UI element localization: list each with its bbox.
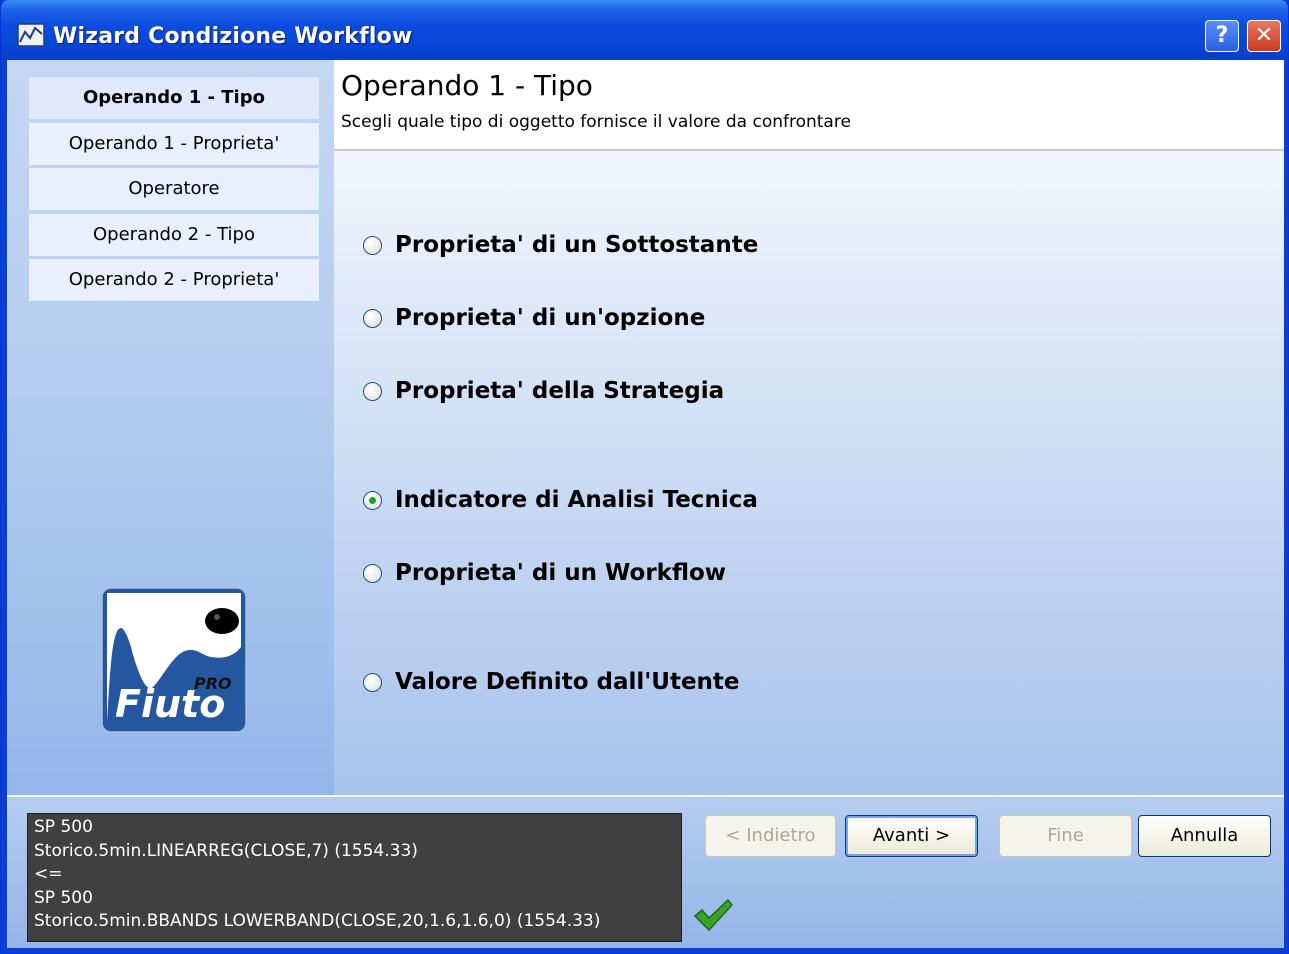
option-label: Indicatore di Analisi Tecnica (395, 487, 758, 513)
radio-icon[interactable] (363, 673, 382, 692)
step-operando-1-tipo[interactable]: Operando 1 - Tipo (29, 77, 319, 119)
radio-icon[interactable] (363, 309, 382, 328)
close-button[interactable]: ✕ (1247, 20, 1281, 52)
radio-selected-icon[interactable] (363, 491, 382, 510)
title-bar[interactable]: Wizard Condizione Workflow ? ✕ (1, 0, 1288, 60)
app-icon (17, 23, 45, 47)
steps-panel: Operando 1 - Tipo Operando 1 - Proprieta… (7, 60, 334, 795)
summary-line: SP 500 (34, 887, 93, 908)
bottom-bar: SP 500 Storico.5min.LINEARREG(CLOSE,7) (… (7, 795, 1284, 948)
page-header: Operando 1 - Tipo Scegli quale tipo di o… (334, 60, 1284, 151)
valid-check-icon (693, 898, 733, 932)
client-area: Operando 1 - Tipo Operando 1 - Proprieta… (7, 60, 1284, 948)
option-label: Proprieta' di un Workflow (395, 560, 727, 586)
summary-line: <= (34, 864, 63, 884)
main-panel: Operando 1 - Tipo Scegli quale tipo di o… (334, 60, 1284, 795)
step-operando-1-proprieta[interactable]: Operando 1 - Proprieta' (29, 123, 319, 165)
step-operando-2-proprieta[interactable]: Operando 2 - Proprieta' (29, 259, 319, 301)
option-label: Proprieta' della Strategia (395, 378, 725, 404)
logo-brand: Fiuto (115, 682, 225, 726)
next-button[interactable]: Avanti > (845, 815, 978, 857)
page-subtitle: Scegli quale tipo di oggetto fornisce il… (341, 112, 851, 132)
radio-icon[interactable] (363, 564, 382, 583)
option-label: Valore Definito dall'Utente (395, 669, 740, 695)
cancel-button[interactable]: Annulla (1138, 815, 1271, 857)
step-operando-2-tipo[interactable]: Operando 2 - Tipo (29, 214, 319, 256)
radio-icon[interactable] (363, 236, 382, 255)
page-title: Operando 1 - Tipo (341, 69, 593, 102)
summary-line: SP 500 (34, 817, 93, 837)
condition-summary: SP 500 Storico.5min.LINEARREG(CLOSE,7) (… (27, 813, 682, 942)
help-button[interactable]: ? (1205, 20, 1239, 52)
step-operatore[interactable]: Operatore (29, 168, 319, 210)
option-label: Proprieta' di un'opzione (395, 305, 706, 331)
fiuto-pro-logo: PRO Fiuto (101, 587, 247, 733)
radio-icon[interactable] (363, 382, 382, 401)
back-button[interactable]: < Indietro (705, 815, 836, 857)
finish-button[interactable]: Fine (999, 815, 1132, 857)
summary-line: Storico.5min.BBANDS LOWERBAND(CLOSE,20,1… (34, 911, 601, 931)
radio-dot (369, 497, 376, 504)
summary-line: Storico.5min.LINEARREG(CLOSE,7) (1554.33… (34, 840, 418, 861)
wizard-window: Wizard Condizione Workflow ? ✕ Operando … (0, 0, 1289, 954)
option-label: Proprieta' di un Sottostante (395, 232, 759, 258)
window-title: Wizard Condizione Workflow (53, 24, 413, 49)
